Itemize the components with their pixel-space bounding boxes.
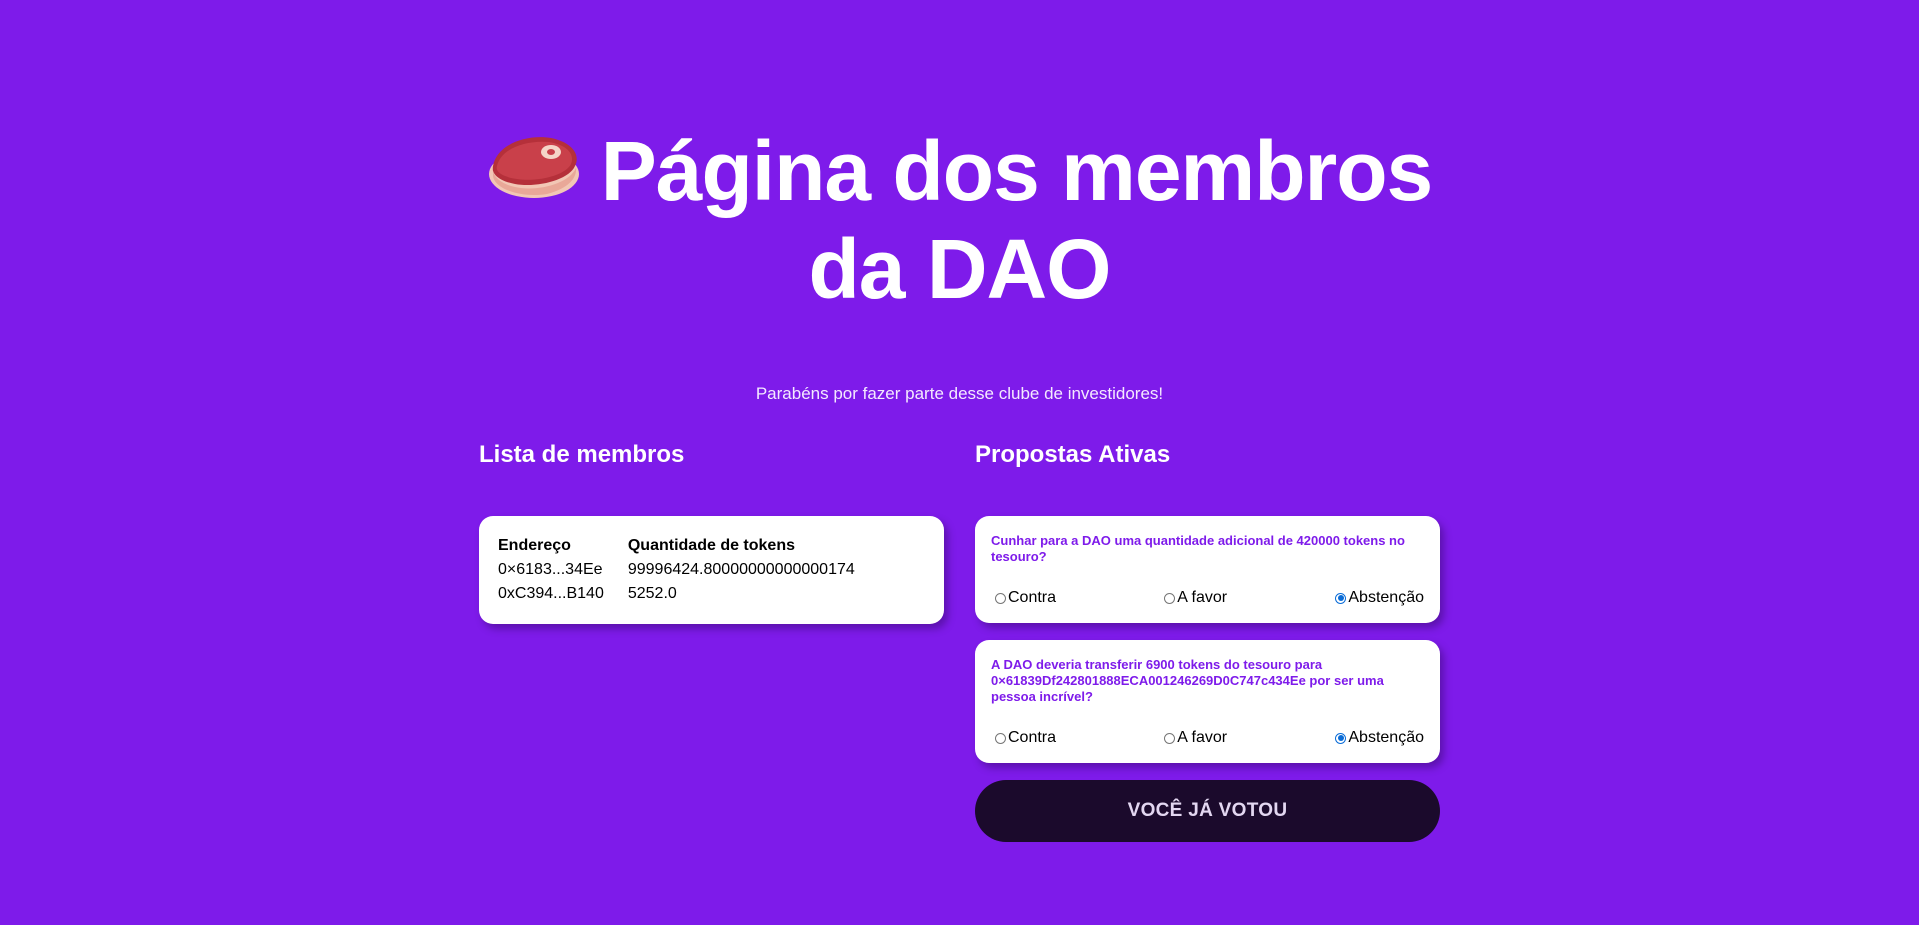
vote-radio-contra[interactable] — [995, 732, 1006, 744]
vote-option-abstencao[interactable]: Abstenção — [1335, 728, 1424, 748]
proposal-card: Cunhar para a DAO uma quantidade adicion… — [975, 516, 1440, 623]
vote-options: Contra A favor Abstenção — [991, 728, 1424, 748]
members-table: Endereço Quantidade de tokens 0×6183...3… — [498, 534, 879, 606]
members-table-header: Endereço Quantidade de tokens — [498, 534, 879, 558]
table-row: 0xC394...B140 5252.0 — [498, 582, 879, 606]
proposals-form: Cunhar para a DAO uma quantidade adicion… — [975, 516, 1440, 842]
content-columns: Lista de membros Endereço Quantidade de … — [479, 440, 1440, 842]
members-card: Endereço Quantidade de tokens 0×6183...3… — [479, 516, 944, 624]
members-column: Lista de membros Endereço Quantidade de … — [479, 440, 944, 842]
page-title-text: Página dos membros da DAO — [600, 124, 1434, 316]
vote-options: Contra A favor Abstenção — [991, 588, 1424, 608]
vote-option-a-favor[interactable]: A favor — [1164, 588, 1227, 608]
vote-option-label: Contra — [1008, 589, 1057, 606]
vote-option-label: Abstenção — [1348, 729, 1424, 746]
member-tokens: 5252.0 — [627, 585, 677, 602]
vote-option-label: A favor — [1177, 729, 1228, 746]
page-subtitle: Parabéns por fazer parte desse clube de … — [755, 384, 1164, 403]
proposal-description: A DAO deveria transferir 6900 tokens do … — [991, 657, 1384, 704]
vote-option-a-favor[interactable]: A favor — [1164, 728, 1227, 748]
column-header-address: Endereço — [498, 537, 571, 554]
vote-option-abstencao[interactable]: Abstenção — [1335, 588, 1424, 608]
page: Página dos membros da DAO Parabéns por f… — [480, 0, 1440, 404]
vote-radio-abstencao[interactable] — [1335, 732, 1347, 744]
proposal-description: Cunhar para a DAO uma quantidade adicion… — [991, 533, 1405, 564]
proposals-column: Propostas Ativas Cunhar para a DAO uma q… — [975, 440, 1440, 842]
member-tokens: 99996424.80000000000000174 — [627, 561, 855, 578]
vote-radio-contra[interactable] — [995, 592, 1006, 604]
vote-option-contra[interactable]: Contra — [995, 588, 1056, 608]
vote-radio-abstencao[interactable] — [1335, 592, 1347, 604]
member-address: 0xC394...B140 — [498, 585, 604, 602]
proposal-card: A DAO deveria transferir 6900 tokens do … — [975, 640, 1440, 763]
vote-option-label: A favor — [1177, 589, 1228, 606]
table-row: 0×6183...34Ee 99996424.80000000000000174 — [498, 558, 879, 582]
members-heading: Lista de membros — [479, 441, 685, 468]
proposals-heading: Propostas Ativas — [975, 441, 1171, 468]
page-title: Página dos membros da DAO — [480, 0, 1440, 318]
steak-icon — [487, 124, 581, 198]
vote-radio-a-favor[interactable] — [1164, 592, 1176, 604]
vote-option-label: Contra — [1008, 729, 1057, 746]
vote-option-contra[interactable]: Contra — [995, 728, 1056, 748]
member-address: 0×6183...34Ee — [498, 561, 603, 578]
column-header-tokens: Quantidade de tokens — [627, 537, 795, 554]
vote-option-label: Abstenção — [1348, 589, 1424, 606]
voted-button[interactable]: VOCÊ JÁ VOTOU — [975, 780, 1440, 842]
vote-radio-a-favor[interactable] — [1164, 732, 1176, 744]
